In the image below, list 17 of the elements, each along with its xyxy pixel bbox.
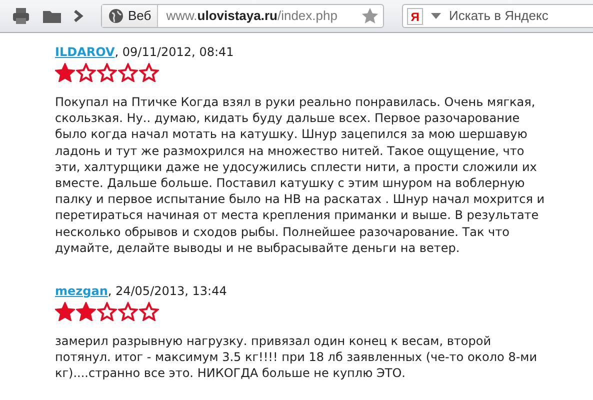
address-bar[interactable]: Веб www.ulovistaya.ru/index.php (101, 4, 384, 28)
yandex-logo: Я (407, 8, 423, 24)
globe-icon (108, 8, 124, 24)
comment-date: , 09/11/2012, 08:41 (114, 45, 234, 59)
star-icon[interactable] (361, 7, 379, 25)
comment-text: замерил разрывную нагрузку. привязал один конец к весам, второй потянул. итог - максимум 3.5 кг!!!! при 18 лб заявленных (че-то около 8-ми кг)....странно все это. НИКОГДА больше не куплю ЭТО. (55, 333, 538, 382)
comment-date: , 24/05/2013, 13:44 (108, 284, 227, 298)
search-field[interactable]: Я Искать в Яндекс (402, 4, 593, 28)
comment-text: Покупал на Птичке Когда взял в руки реально понравилась. Очень мягкая, скользкая. Ну.. думаю, кидать буду дальше всех. Первое разочарование было когда начал мотать на катушку. Шнур зацепился за мою шершавую ладонь и тут же размохрился на множество нитей. Такое ощущение, что эти, халтурщики даже не удосужились сплести нити, а прости сложили их вместе. Дальше больше. Поставил катушку с этим шнуром на воблерную палку и первое испытание было на НВ на раскатах . Шнур начал мохрится и перетираться начиная от места крепления приманки и выше. В результате несколько обрывов и сходов рыбы. Полнейшее разочарование. Так что думайте, делайте выводы и не выбрасывайте деньги на ветер. (55, 94, 545, 256)
url-text: www.ulovistaya.ru/index.php (165, 7, 338, 26)
printer-icon[interactable] (10, 5, 32, 27)
web-label: Веб (128, 7, 152, 26)
filled-star-icon (55, 63, 75, 82)
caret-icon[interactable] (431, 13, 441, 19)
search-placeholder: Искать в Яндекс (449, 7, 548, 26)
filled-star-icon (76, 302, 96, 322)
filled-star-icon (55, 302, 75, 322)
